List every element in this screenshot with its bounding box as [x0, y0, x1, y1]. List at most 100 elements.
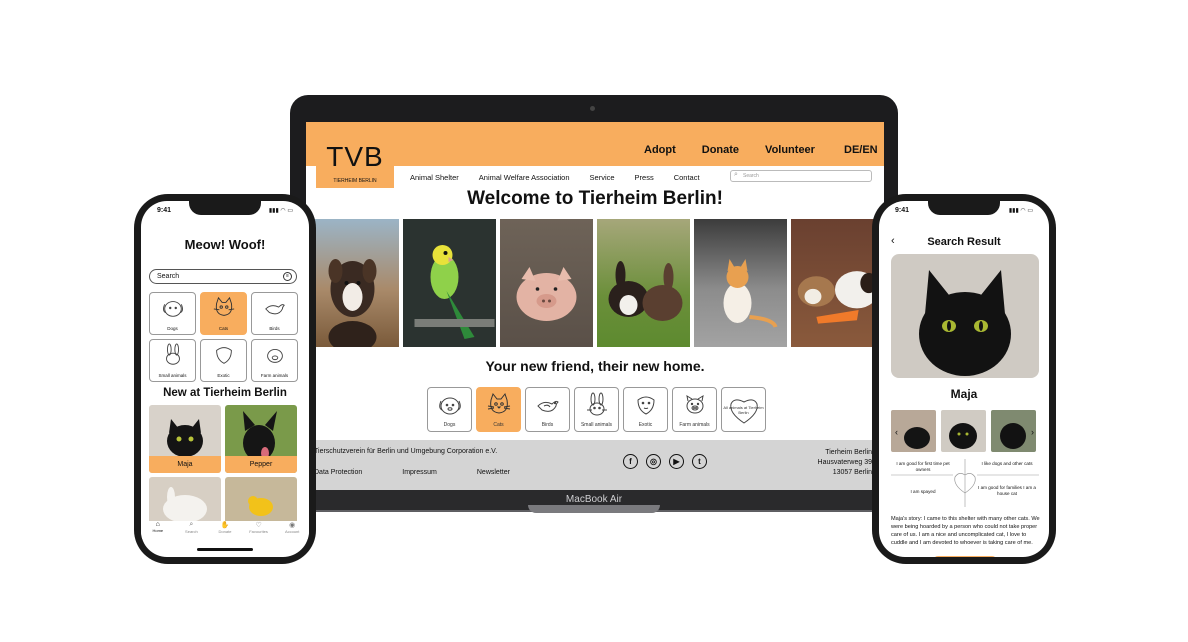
subnav-contact[interactable]: Contact [674, 173, 700, 182]
category-cats[interactable]: Cats [200, 292, 247, 335]
carousel-thumb[interactable] [991, 410, 1036, 452]
rabbit-photo[interactable] [597, 219, 690, 347]
youtube-icon[interactable]: ▶ [669, 454, 684, 469]
screen-title: Search Result [927, 236, 1001, 248]
category-row: Dogs Cats Birds Small animals Exotic Far… [427, 387, 766, 432]
home-icon: ⌂ [155, 521, 160, 528]
tab-donate[interactable]: ✋ Donate [210, 521, 240, 539]
section-title: New at Tierheim Berlin [163, 387, 287, 399]
hand-icon: ✋ [220, 522, 230, 529]
cat-hero-photo [891, 254, 1039, 378]
category-small-animals[interactable]: Small animals [149, 339, 196, 382]
traits-diagram: I am good for first time pet owners I li… [891, 459, 1039, 521]
subnav-press[interactable]: Press [635, 173, 654, 182]
carousel-next-icon[interactable]: › [1031, 427, 1034, 437]
animal-card-rabbit[interactable] [149, 477, 221, 527]
tagline: Your new friend, their new home. [485, 358, 705, 374]
search-placeholder: Search [157, 273, 180, 280]
animal-cards: Maja Pepper [149, 405, 297, 527]
category-dogs[interactable]: Dogs [427, 387, 472, 432]
pig-icon [685, 394, 704, 414]
pig-photo[interactable] [500, 219, 593, 347]
footer-org: Tierschutzverein für Berlin und Umgebung… [314, 448, 498, 455]
nav-adopt[interactable]: Adopt [644, 144, 676, 156]
account-icon: ◉ [289, 522, 296, 529]
phone-right-screen: 9:41 ▮▮▮ ◠ ▭ ‹ Search Result Maja ‹ › I … [879, 201, 1049, 557]
trait-families-house-cat: I am good for families I am a house cat [978, 485, 1036, 496]
dog-photo[interactable] [306, 219, 399, 347]
app-title: Meow! Woof! [184, 237, 266, 252]
subnav-service[interactable]: Service [590, 173, 615, 182]
footer-address: Tierheim Berlin Hausvaterweg 39 13057 Be… [818, 448, 872, 478]
footer-newsletter[interactable]: Newsletter [477, 469, 510, 476]
tab-label: Account [284, 529, 300, 534]
webcam [590, 106, 595, 111]
bird-icon [264, 304, 285, 315]
subnav-animal-shelter[interactable]: Animal Shelter [410, 173, 459, 182]
animal-card-maja[interactable]: Maja [149, 405, 221, 473]
animal-card-pepper[interactable]: Pepper [225, 405, 297, 473]
category-small-animals[interactable]: Small animals [574, 387, 619, 432]
category-dogs[interactable]: Dogs [149, 292, 196, 335]
logo-text: TVB [326, 141, 384, 172]
pig-icon [266, 349, 283, 363]
subnav-welfare-association[interactable]: Animal Welfare Association [479, 173, 570, 182]
status-time: 9:41 [157, 207, 172, 214]
category-label: Exotic [638, 422, 653, 428]
budgie-photo[interactable] [403, 219, 496, 347]
tab-home[interactable]: ⌂ Home [143, 521, 173, 539]
twitter-icon[interactable]: t [692, 454, 707, 469]
cat-icon [487, 392, 510, 414]
logo-subtitle: TIERHEIM BERLIN [333, 178, 377, 184]
tab-account[interactable]: ◉ Account [277, 521, 307, 539]
top-nav: Adopt Donate Volunteer [644, 144, 815, 156]
status-icons: ▮▮▮ ◠ ▭ [1008, 208, 1033, 214]
category-cats[interactable]: Cats [476, 387, 521, 432]
address-line: Tierheim Berlin [825, 449, 872, 456]
category-label: Farm animals [679, 422, 710, 428]
adopt-button[interactable] [933, 556, 997, 557]
category-farm-animals[interactable]: Farm animals [251, 339, 298, 382]
category-farm-animals[interactable]: Farm animals [672, 387, 717, 432]
guinea-pig-photo[interactable] [791, 219, 884, 347]
category-birds[interactable]: Birds [251, 292, 298, 335]
reptile-icon [215, 347, 232, 364]
tab-label: Favourites [249, 529, 268, 534]
dog-icon [438, 397, 461, 415]
tab-search[interactable]: ⌕ Search [176, 521, 206, 539]
category-label: Birds [541, 422, 554, 428]
carousel-prev-icon[interactable]: ‹ [895, 427, 898, 437]
tab-favourites[interactable]: ♡ Favourites [244, 521, 274, 539]
home-indicator[interactable] [197, 548, 253, 551]
category-exotic[interactable]: Exotic [200, 339, 247, 382]
category-birds[interactable]: Birds [525, 387, 570, 432]
status-time: 9:41 [895, 207, 910, 214]
nav-donate[interactable]: Donate [702, 144, 739, 156]
site-search-input[interactable]: Search [730, 170, 872, 182]
filter-icon[interactable]: ≡ [283, 272, 292, 281]
sub-nav: Animal Shelter Animal Welfare Associatio… [410, 173, 700, 182]
instagram-icon[interactable]: ◎ [646, 454, 661, 469]
facebook-icon[interactable]: f [623, 454, 638, 469]
language-switch[interactable]: DE/EN [844, 144, 878, 156]
category-exotic[interactable]: Exotic [623, 387, 668, 432]
category-label: Small animals [158, 373, 187, 378]
search-icon: ⌕ [189, 521, 194, 528]
animal-card-canary[interactable] [225, 477, 297, 527]
carousel-thumb[interactable] [941, 410, 986, 452]
tab-label: Search [185, 529, 198, 534]
category-all-animals[interactable]: All animals at Tierheim Berlin [721, 387, 766, 432]
nav-volunteer[interactable]: Volunteer [765, 144, 815, 156]
tab-bar: ⌂ Home ⌕ Search ✋ Donate ♡ Favourites ◉ Accou… [141, 521, 309, 539]
footer-impressum[interactable]: Impressum [402, 469, 437, 476]
footer-data-protection[interactable]: Data Protection [314, 469, 362, 476]
site-logo[interactable]: TVB TIERHEIM BERLIN [316, 130, 394, 188]
cat-icon [213, 296, 234, 316]
cat-photo[interactable] [694, 219, 787, 347]
category-label: Farm animals [260, 373, 289, 378]
trait-first-time-owners: I am good for first time pet owners [896, 461, 950, 472]
bird-icon [536, 400, 559, 412]
category-label: Small animals [580, 422, 613, 428]
photo-carousel [891, 410, 1036, 452]
search-input[interactable]: Search ≡ [149, 269, 297, 284]
